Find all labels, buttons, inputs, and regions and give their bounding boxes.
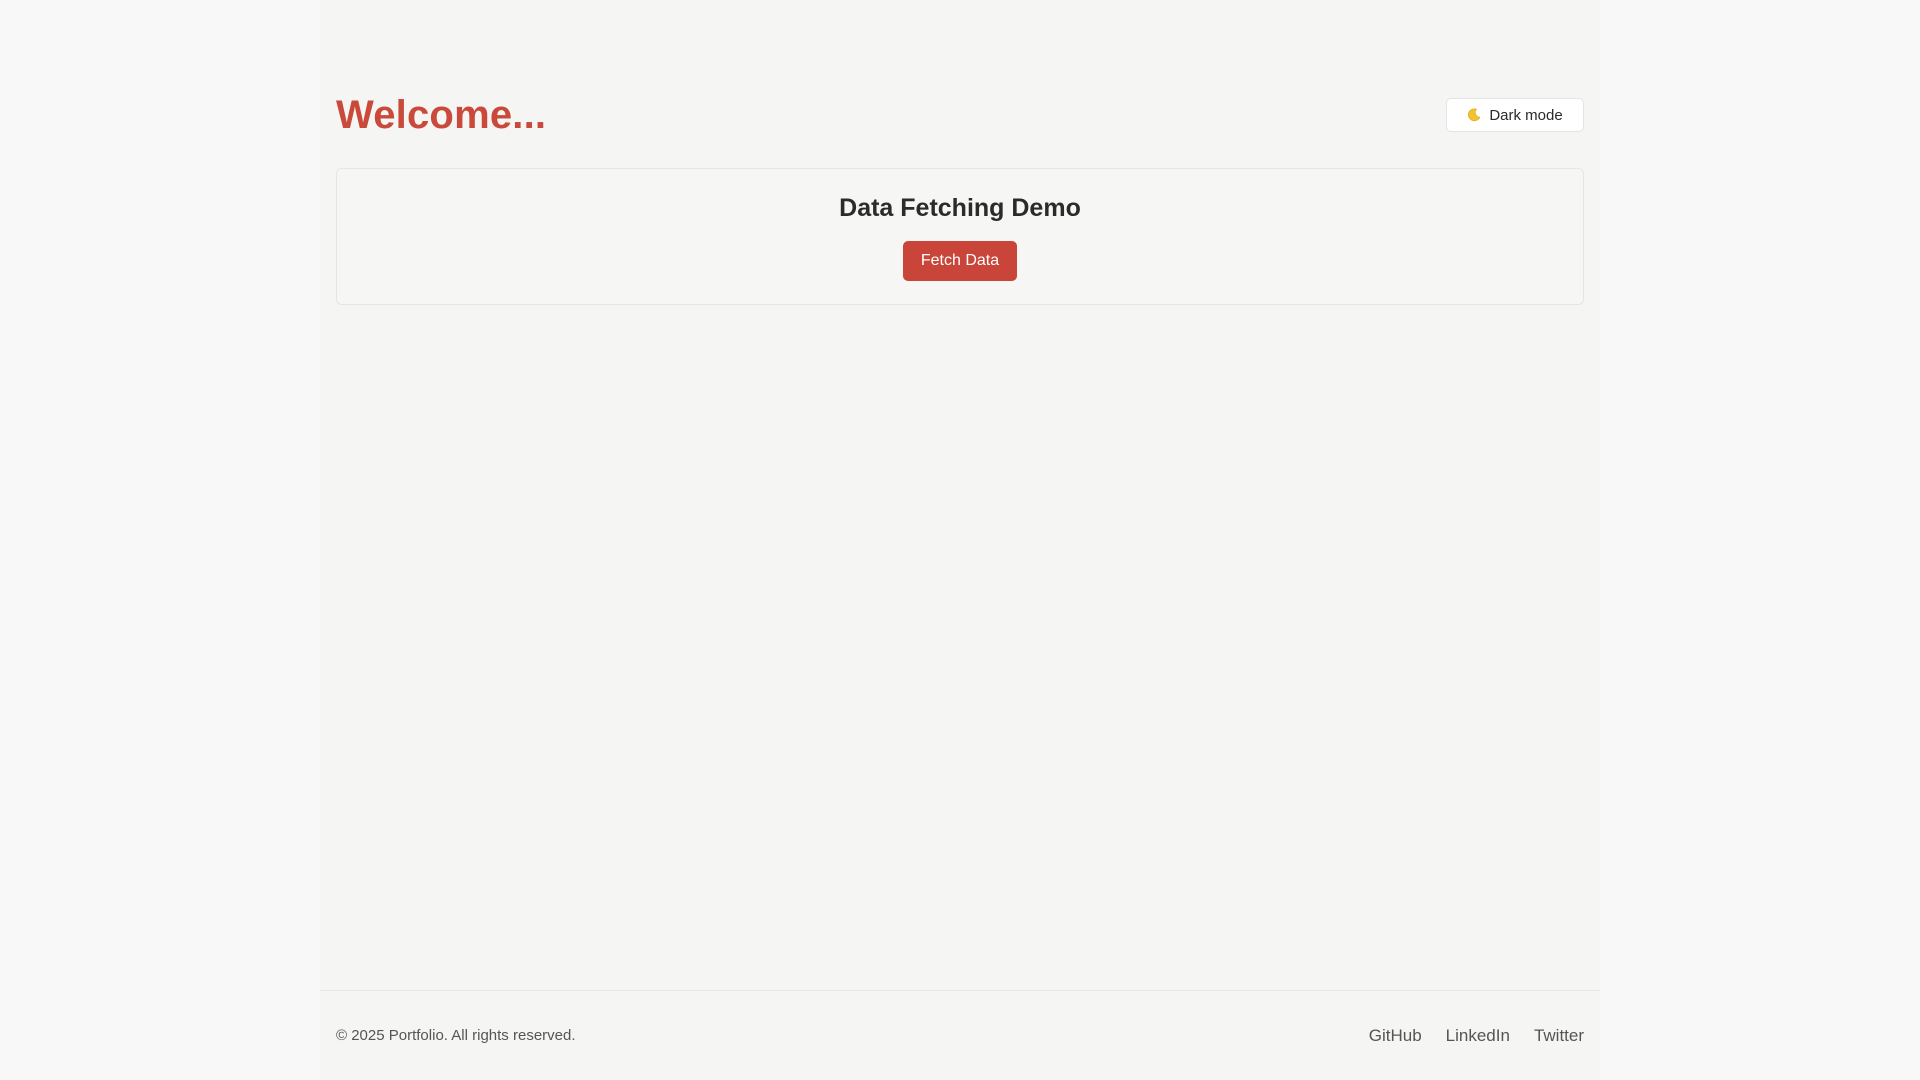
dark-mode-toggle-button[interactable]: Dark mode — [1446, 98, 1584, 132]
moon-icon — [1467, 108, 1481, 122]
footer-links: GitHub LinkedIn Twitter — [1369, 1025, 1584, 1047]
fetch-data-button[interactable]: Fetch Data — [903, 241, 1017, 281]
github-link[interactable]: GitHub — [1369, 1025, 1422, 1047]
page-container: Welcome... Dark mode Data Fetching Demo … — [320, 0, 1600, 1080]
card-title: Data Fetching Demo — [839, 194, 1081, 222]
linkedin-link[interactable]: LinkedIn — [1446, 1025, 1510, 1047]
page-header: Welcome... Dark mode — [336, 90, 1584, 140]
dark-mode-label: Dark mode — [1489, 106, 1563, 124]
copyright-text: © 2025 Portfolio. All rights reserved. — [336, 1027, 576, 1044]
twitter-link[interactable]: Twitter — [1534, 1025, 1584, 1047]
page-footer: © 2025 Portfolio. All rights reserved. G… — [320, 990, 1600, 1080]
data-fetching-card: Data Fetching Demo Fetch Data — [336, 168, 1584, 305]
welcome-heading: Welcome... — [336, 93, 547, 137]
